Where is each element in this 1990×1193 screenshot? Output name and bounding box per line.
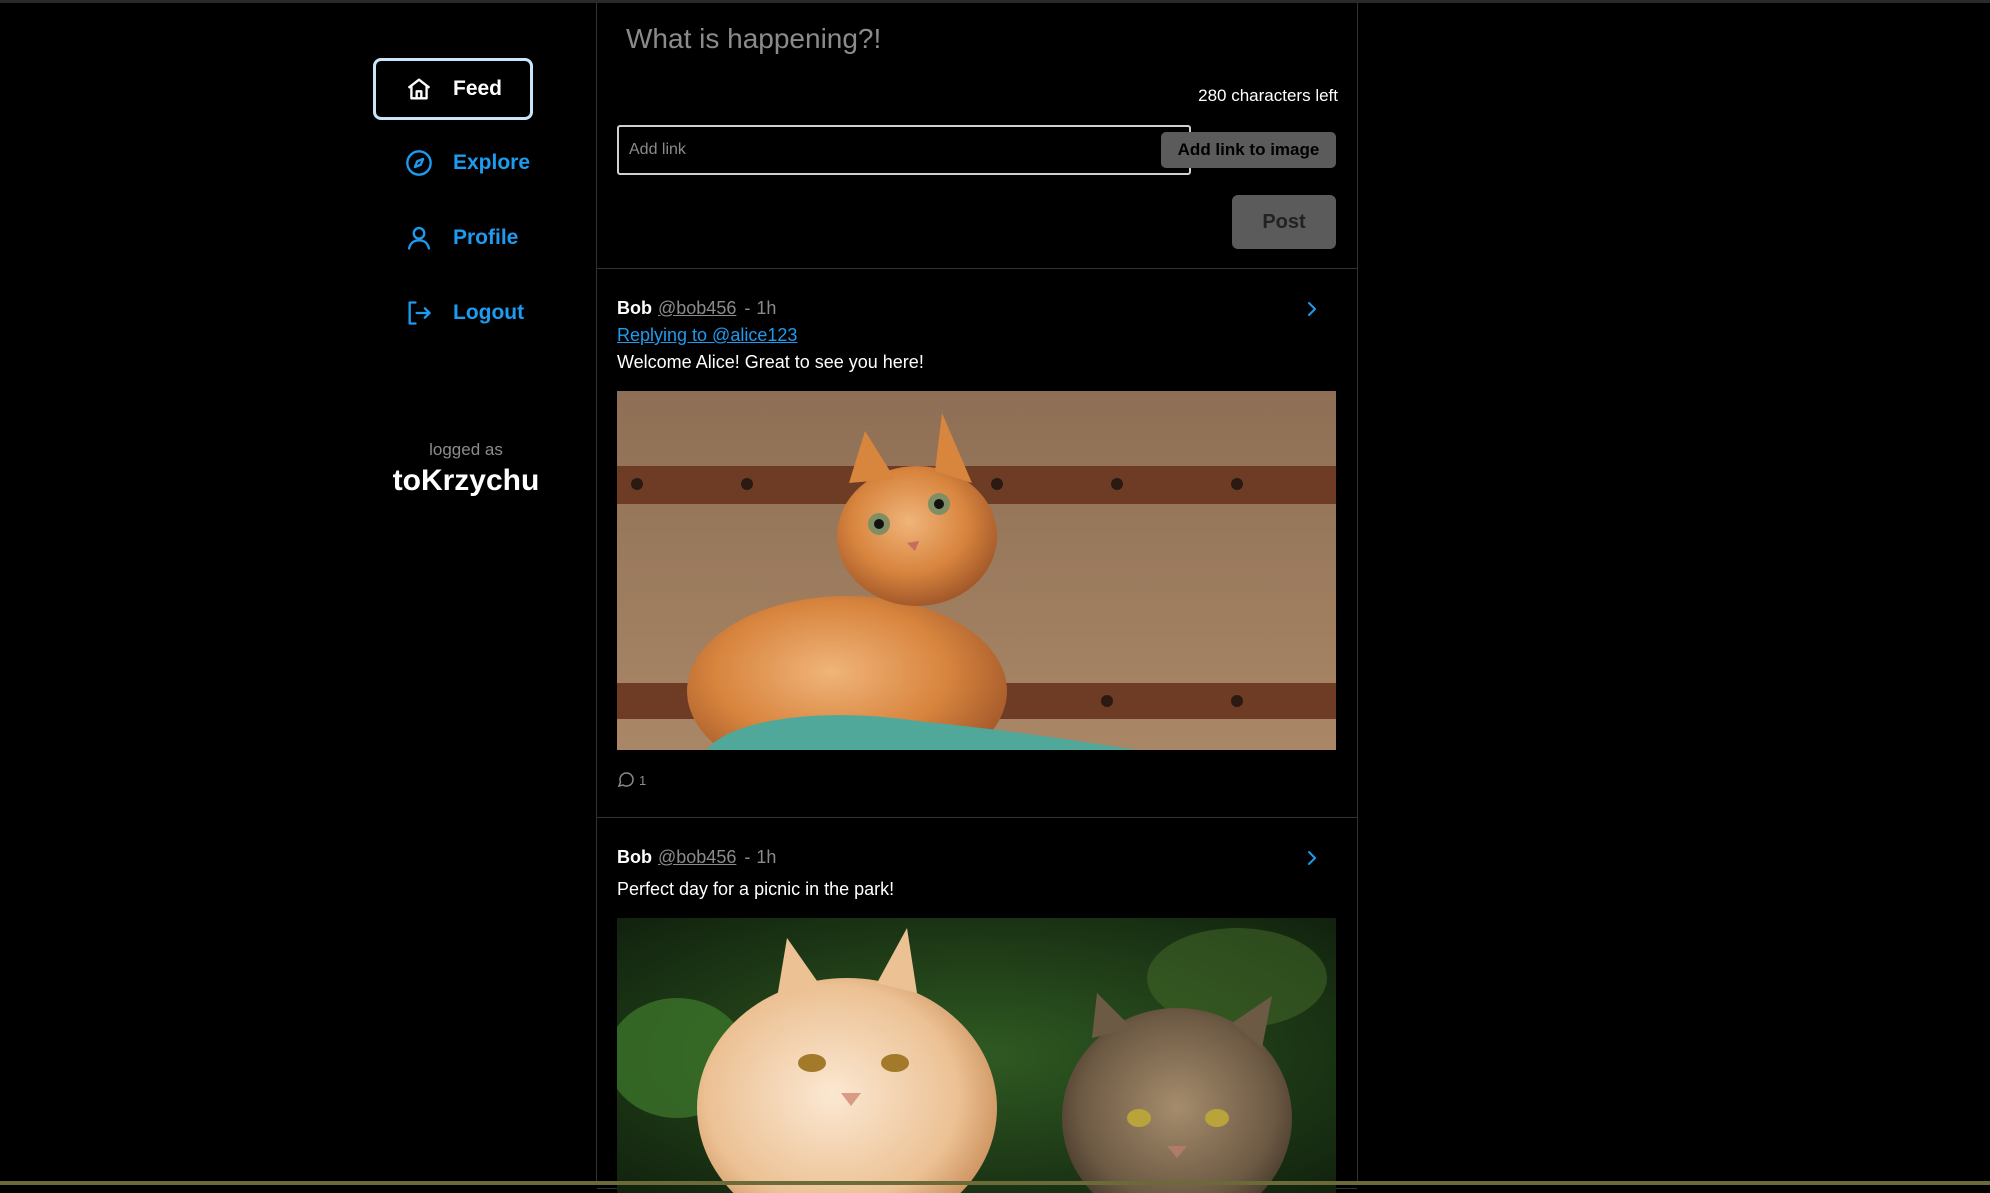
add-link-button[interactable]: Add link to image [1161, 132, 1336, 168]
sidebar-item-profile[interactable]: Profile [373, 207, 533, 269]
chevron-right-icon[interactable] [1302, 299, 1322, 319]
separator: - [744, 847, 751, 867]
sidebar-item-feed[interactable]: Feed [373, 58, 533, 120]
post-composer: What is happening?! 280 characters left … [597, 3, 1357, 269]
sidebar-item-label: Logout [453, 301, 525, 324]
post-time: 1h [756, 847, 777, 867]
sidebar-item-logout[interactable]: Logout [373, 282, 533, 344]
username: toKrzychu [392, 464, 540, 497]
user-icon [407, 226, 431, 250]
sidebar-item-label: Feed [453, 77, 503, 100]
bottom-border [0, 1181, 1990, 1185]
comment-count-value: 1 [639, 772, 647, 788]
image-link-input[interactable] [617, 125, 1191, 175]
feed-post[interactable]: Bob @bob456-1h Replying to @alice123 Welc… [597, 269, 1357, 818]
cat-photo [617, 391, 1336, 750]
author-name: Bob [617, 298, 652, 318]
compose-textarea[interactable]: What is happening?! [626, 23, 881, 55]
post-image[interactable] [617, 391, 1336, 750]
chevron-right-icon[interactable] [1302, 848, 1322, 868]
reply-link[interactable]: Replying to @alice123 [617, 325, 797, 346]
sidebar-item-label: Explore [453, 151, 531, 174]
compass-icon [406, 150, 432, 176]
home-icon [407, 78, 431, 100]
post-header: Bob @bob456-1h [617, 847, 776, 868]
character-counter: 280 characters left [1198, 86, 1338, 105]
post-time: 1h [756, 298, 777, 318]
post-image[interactable] [617, 918, 1336, 1193]
cats-photo [617, 918, 1336, 1193]
logged-as-label: logged as [429, 440, 503, 459]
logout-icon [408, 301, 431, 325]
post-text: Perfect day for a picnic in the park! [617, 879, 895, 899]
comment-icon [617, 772, 634, 788]
session-info: logged as toKrzychu [373, 440, 559, 498]
sidebar-item-explore[interactable]: Explore [373, 132, 533, 194]
sidebar-item-label: Profile [453, 226, 519, 249]
author-name: Bob [617, 847, 652, 867]
author-handle[interactable]: @bob456 [658, 298, 736, 318]
comment-count[interactable]: 1 [617, 771, 646, 789]
author-handle[interactable]: @bob456 [658, 847, 736, 867]
post-button[interactable]: Post [1232, 195, 1336, 249]
post-text: Welcome Alice! Great to see you here! [617, 352, 924, 372]
post-header: Bob @bob456-1h [617, 298, 776, 319]
main-feed: What is happening?! 280 characters left … [596, 3, 1358, 1193]
separator: - [744, 298, 751, 318]
feed-post[interactable]: Bob @bob456-1h Perfect day for a picnic i… [597, 818, 1357, 1193]
